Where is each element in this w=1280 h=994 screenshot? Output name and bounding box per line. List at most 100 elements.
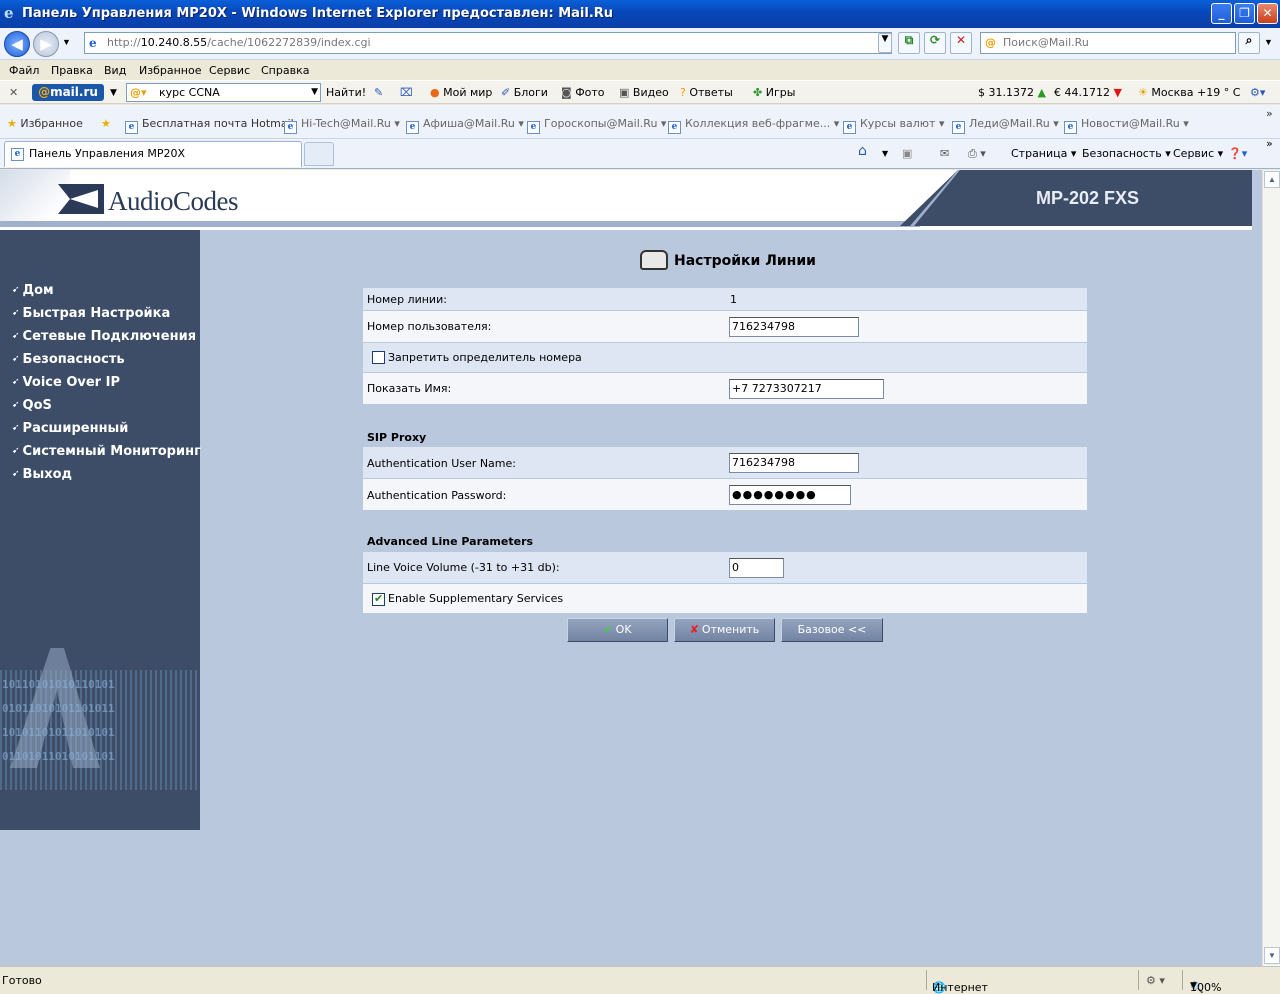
ie-page-icon: e [527,121,540,134]
search-input[interactable]: @ Поиск@Mail.Ru [980,32,1236,54]
display-name-input[interactable]: +7 7273307217 [729,379,884,399]
toolbar-item-video[interactable]: ▣ Видео [619,86,669,99]
stop-icon[interactable]: ✕ [950,32,972,54]
toolbar-item-my-world[interactable]: ● Мой мир [430,86,492,99]
block-caller-id-checkbox[interactable] [372,351,385,364]
help-icon[interactable]: ❓▾ [1228,147,1247,160]
logo-dropdown-icon[interactable]: ▼ [110,88,117,98]
vertical-scrollbar[interactable]: ▲ ▼ [1262,170,1280,966]
volume-input[interactable]: 0 [729,558,784,578]
weather-icon: ☀ [1138,86,1148,99]
toolbar-item-games[interactable]: ✤ Игры [753,86,795,99]
mailru-search-field[interactable]: @▾ курс CCNA ▼ [126,83,321,102]
fav-link-currency[interactable]: e Курсы валют ▾ [843,117,944,134]
settings-icon[interactable]: ⚙▾ [1250,86,1265,99]
supp-services-row: Enable Supplementary Services [363,584,1087,613]
mailru-search-icon: @ [985,36,996,49]
sidebar-item-system-monitoring[interactable]: ➹ Системный Мониторинг [12,444,201,459]
find-button[interactable]: Найти! [326,86,366,99]
fav-link-lady[interactable]: e Леди@Mail.Ru ▾ [952,117,1059,134]
address-dropdown-icon[interactable]: ▼ [878,33,892,53]
sidebar-item-qos[interactable]: ➹ QoS [12,398,52,413]
auth-user-row: Authentication User Name: 716234798 [363,447,1087,478]
add-favorite-icon[interactable]: ★ [101,117,111,130]
command-tools[interactable]: Сервис ▾ [1173,147,1223,160]
sidebar-item-home[interactable]: ➹ Дом [12,283,54,298]
fav-link-afisha[interactable]: e Афиша@Mail.Ru ▾ [406,117,524,134]
close-button[interactable]: ✕ [1257,3,1278,24]
ok-button[interactable]: ✔ OK [567,618,668,642]
menu-favorites[interactable]: Избранное [139,64,201,77]
print-icon[interactable]: ⎙ ▾ [968,147,986,161]
minimize-button[interactable]: _ [1211,3,1232,24]
forward-button[interactable]: ▶ [33,31,59,57]
supp-services-checkbox[interactable] [372,592,385,606]
mailru-toolbar: ✕ @mail.ru ▼ @▾ курс CCNA ▼ Найти! ✎ ⌧ ●… [0,80,1280,104]
sidebar-item-network-connections[interactable]: ➹ Сетевые Подключения [12,329,196,344]
check-icon: ✔ [603,623,613,636]
chevron-more-icon[interactable]: » [1266,107,1273,120]
highlight-icon[interactable]: ✎ [374,86,383,99]
maximize-button[interactable]: ❐ [1234,3,1255,24]
new-tab-button[interactable] [304,142,334,166]
advanced-heading: Advanced Line Parameters [367,535,534,548]
sidebar-item-advanced[interactable]: ➹ Расширенный [12,421,128,436]
home-icon[interactable]: ⌂ [858,143,867,159]
auth-password-input[interactable]: ●●●●●●●● [729,485,851,505]
command-safety[interactable]: Безопасность ▾ [1082,147,1171,160]
feeds-icon[interactable]: ▣ [902,147,912,160]
sidebar-item-quick-setup[interactable]: ➹ Быстрая Настройка [12,306,170,321]
command-page[interactable]: Страница ▾ [1011,147,1076,160]
address-input[interactable]: e http://10.240.8.55/cache/1062272839/in… [84,32,892,54]
weather[interactable]: ☀ Москва +19 ° C [1138,86,1240,99]
compatibility-icon[interactable]: ⧉ [898,32,920,54]
menu-edit[interactable]: Правка [51,64,93,77]
fav-link-horoscopes[interactable]: e Гороскопы@Mail.Ru ▾ [527,117,666,134]
device-model: MP-202 FXS [1036,188,1140,208]
scroll-up-icon[interactable]: ▲ [1264,171,1280,188]
fav-link-webslices[interactable]: e Коллекция веб-фрагме... ▾ [668,117,839,134]
basic-button[interactable]: Базовое << [781,618,883,642]
usd-rate[interactable]: $ 31.1372 ▲ [978,86,1046,99]
mail-icon[interactable]: ✉ [940,147,949,160]
refresh-icon[interactable]: ⟳ [924,32,946,54]
ie-page-icon: e [125,121,138,134]
sidebar-item-logout[interactable]: ➹ Выход [12,467,72,482]
toolbar-item-answers[interactable]: ? Ответы [680,86,733,99]
menu-file[interactable]: Файл [9,64,39,77]
protected-mode-icon[interactable]: ⚙ ▾ [1146,974,1165,987]
blogs-icon: ✐ [501,86,511,99]
fav-link-news[interactable]: e Новости@Mail.Ru ▾ [1064,117,1189,134]
eur-rate[interactable]: € 44.1712 ▼ [1054,86,1122,99]
menu-view[interactable]: Вид [104,64,126,77]
answers-icon: ? [680,86,686,99]
sip-proxy-heading: SIP Proxy [367,431,427,444]
chevron-more-icon[interactable]: » [1266,137,1273,150]
back-button[interactable]: ◀ [4,31,30,57]
cancel-button[interactable]: ✘ Отменить [674,618,775,642]
toolbar-close-icon[interactable]: ✕ [9,86,18,99]
search-button[interactable]: ⌕ [1238,32,1260,54]
mailru-search-icon: @▾ [130,86,147,99]
mailru-logo[interactable]: @mail.ru [32,84,104,101]
menu-bar: Файл Правка Вид Избранное Сервис Справка [0,61,1280,80]
phone-icon [640,250,668,270]
favorites-button[interactable]: ★ Избранное [7,117,83,130]
menu-help[interactable]: Справка [261,64,309,77]
combo-dropdown-icon[interactable]: ▼ [311,84,318,101]
search-dropdown-icon[interactable]: ▼ [1264,37,1273,47]
home-dropdown-icon[interactable]: ▼ [882,149,888,158]
fav-link-hotmail[interactable]: e Бесплатная почта Hotmail [125,117,294,134]
toolbar-item-blogs[interactable]: ✐ Блоги [501,86,548,99]
menu-tools[interactable]: Сервис [209,64,250,77]
toolbar-item-photo[interactable]: ◙ Фото [561,86,605,99]
tab-active[interactable]: e Панель Управления MP20X [4,141,302,167]
auth-user-input[interactable]: 716234798 [729,453,859,473]
scroll-down-icon[interactable]: ▼ [1264,947,1280,964]
sidebar-item-security[interactable]: ➹ Безопасность [12,352,125,367]
fav-link-hitech[interactable]: e Hi-Tech@Mail.Ru ▾ [284,117,400,134]
sidebar-item-voice-over-ip[interactable]: ➹ Voice Over IP [12,375,120,390]
history-dropdown-icon[interactable]: ▼ [62,37,71,47]
user-number-input[interactable]: 716234798 [729,317,859,337]
find-in-page-icon[interactable]: ⌧ [400,86,413,99]
